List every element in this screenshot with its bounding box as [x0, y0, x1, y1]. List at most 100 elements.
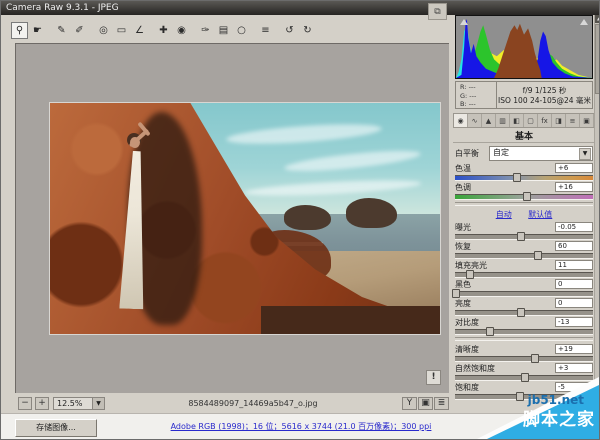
auto-link[interactable]: 自动: [496, 210, 512, 219]
tab-tone-curve[interactable]: ∿: [468, 114, 482, 127]
photo-woman-head: [130, 137, 140, 148]
recovery-value-input[interactable]: 60: [555, 241, 593, 251]
preferences-button[interactable]: ≡: [257, 22, 274, 39]
saturation-value-input[interactable]: -5: [555, 382, 593, 392]
clarity-slider-handle[interactable]: [531, 354, 539, 363]
red-eye-tool[interactable]: ◉: [173, 22, 190, 39]
zoom-in-button[interactable]: +: [35, 397, 49, 410]
default-link[interactable]: 默认值: [528, 210, 552, 219]
clarity-value-input[interactable]: +19: [555, 344, 593, 354]
brightness-slider-track[interactable]: [455, 310, 593, 316]
white-balance-tool[interactable]: ✎: [53, 22, 70, 39]
chevron-down-icon[interactable]: ▼: [579, 148, 591, 160]
vibrance-slider-track[interactable]: [455, 375, 593, 381]
contrast-value-input[interactable]: -13: [555, 317, 593, 327]
process-version-warning[interactable]: !: [426, 370, 441, 385]
scroll-up-arrow[interactable]: ▲: [595, 15, 600, 23]
temperature-slider-track[interactable]: [455, 175, 593, 181]
exposure-slider-handle[interactable]: [517, 232, 525, 241]
hand-tool[interactable]: ☛: [29, 22, 46, 39]
adjustment-brush-tool[interactable]: ✑: [197, 22, 214, 39]
zoom-level-select[interactable]: 12.5%: [53, 397, 93, 410]
scroll-down-arrow[interactable]: ▼: [595, 399, 600, 407]
divider: [455, 202, 593, 206]
blacks-value-input[interactable]: 0: [555, 279, 593, 289]
exposure-slider-track[interactable]: [455, 234, 593, 240]
tint-slider-track[interactable]: [455, 194, 593, 200]
highlight-clipping-toggle[interactable]: [580, 19, 588, 25]
tint-slider-handle[interactable]: [523, 192, 531, 201]
tab-hsl-grayscale[interactable]: ▥: [496, 114, 510, 127]
radial-filter-tool[interactable]: ○: [233, 22, 250, 39]
tab-lens-corrections[interactable]: ▢: [524, 114, 538, 127]
recovery-slider-handle[interactable]: [534, 251, 542, 260]
temperature-label: 色温: [455, 163, 471, 174]
fill-light-label: 填充亮光: [455, 260, 487, 271]
blacks-slider-handle[interactable]: [452, 289, 460, 298]
targeted-adjustment-tool[interactable]: ◎: [95, 22, 112, 39]
exposure-value-input[interactable]: -0.05: [555, 222, 593, 232]
white-balance-select[interactable]: 自定 ▼: [489, 146, 593, 161]
fill-light-slider-handle[interactable]: [466, 270, 474, 279]
tab-basic[interactable]: ◉: [454, 114, 468, 127]
tab-presets[interactable]: ≡: [566, 114, 580, 127]
photo-woman: [112, 133, 155, 309]
straighten-tool[interactable]: ∠: [131, 22, 148, 39]
white-balance-sliders: 色温+6色调+16: [455, 163, 593, 199]
preview-photo[interactable]: [49, 102, 441, 335]
zoom-tool[interactable]: ⚲: [11, 22, 28, 39]
fill-light-value-input[interactable]: 11: [555, 260, 593, 270]
white-balance-value: 自定: [493, 148, 509, 157]
scrollbar-thumb[interactable]: [595, 24, 600, 94]
workflow-options-link[interactable]: Adobe RGB (1998)；16 位；5616 x 3744 (21.0 …: [1, 421, 600, 432]
crop-tool[interactable]: ▭: [113, 22, 130, 39]
toggle-fullscreen-button[interactable]: ⧉: [428, 3, 447, 20]
histogram-plot: [456, 16, 592, 78]
recovery-slider-track[interactable]: [455, 253, 593, 259]
slider-saturation: 饱和度-5: [455, 382, 593, 399]
panel-scrollbar[interactable]: ▲ ▼: [594, 15, 600, 407]
preview-button[interactable]: ▣: [418, 397, 433, 410]
vibrance-value-input[interactable]: +3: [555, 363, 593, 373]
exposure-label: 曝光: [455, 222, 471, 233]
tab-camera-calibration[interactable]: ◨: [552, 114, 566, 127]
menu-button[interactable]: ≣: [434, 397, 449, 410]
vibrance-slider-handle[interactable]: [521, 373, 529, 382]
brightness-value-input[interactable]: 0: [555, 298, 593, 308]
split-view-button[interactable]: Y: [402, 397, 417, 410]
clarity-slider-track[interactable]: [455, 356, 593, 362]
rotate-left-button[interactable]: ↺: [281, 22, 298, 39]
blacks-slider-track[interactable]: [455, 291, 593, 297]
spot-removal-tool[interactable]: ✚: [155, 22, 172, 39]
brightness-slider-handle[interactable]: [517, 308, 525, 317]
fill-light-slider-track[interactable]: [455, 272, 593, 278]
zoom-out-button[interactable]: −: [18, 397, 32, 410]
image-canvas[interactable]: !: [15, 43, 449, 393]
temperature-value-input[interactable]: +6: [555, 163, 593, 173]
temperature-slider-handle[interactable]: [513, 173, 521, 182]
zoom-dropdown-arrow[interactable]: ▼: [93, 397, 105, 410]
contrast-slider-track[interactable]: [455, 329, 593, 335]
tint-value-input[interactable]: +16: [555, 182, 593, 192]
graduated-filter-tool[interactable]: ▤: [215, 22, 232, 39]
image-info-box: R: --- G: --- B: --- f/9 1/125 秒 ISO 100…: [455, 81, 593, 109]
slider-contrast: 对比度-13: [455, 317, 593, 334]
shadow-clipping-toggle[interactable]: [460, 19, 468, 25]
brightness-label: 亮度: [455, 298, 471, 309]
color-sampler-tool[interactable]: ✐: [71, 22, 88, 39]
tab-snapshots[interactable]: ▣: [580, 114, 594, 127]
blacks-label: 黑色: [455, 279, 471, 290]
saturation-slider-handle[interactable]: [516, 392, 524, 401]
tab-split-toning[interactable]: ◧: [510, 114, 524, 127]
histogram: [455, 15, 593, 79]
slider-recovery: 恢复60: [455, 241, 593, 258]
rotate-right-button[interactable]: ↻: [299, 22, 316, 39]
b-readout: B: ---: [460, 100, 496, 109]
auto-default-row: 自动 默认值: [455, 209, 593, 220]
contrast-slider-handle[interactable]: [486, 327, 494, 336]
tab-effects[interactable]: fx: [538, 114, 552, 127]
slider-blacks: 黑色 0: [455, 279, 593, 296]
tab-detail[interactable]: ▲: [482, 114, 496, 127]
saturation-slider-track[interactable]: [455, 394, 593, 400]
window-titlebar[interactable]: Camera Raw 9.3.1 - JPEG: [1, 1, 600, 15]
